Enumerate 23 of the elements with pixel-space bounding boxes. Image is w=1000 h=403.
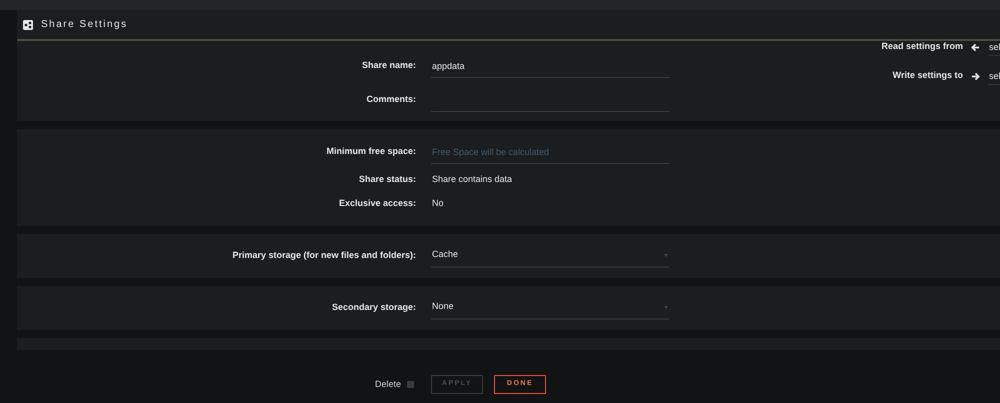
delete-label: Delete: [375, 378, 402, 391]
field-value: No: [431, 197, 444, 210]
field-label: Share status:: [358, 173, 416, 186]
delete-checkbox[interactable]: [407, 381, 414, 388]
arrow-icon: [971, 42, 980, 52]
input-field[interactable]: appdata: [431, 54, 669, 78]
field-label: Secondary storage:: [330, 301, 416, 314]
caret-icon: [664, 254, 668, 256]
storage-select[interactable]: None: [431, 296, 669, 320]
field-label: Minimum free space:: [325, 145, 416, 158]
arrow-icon: [971, 72, 980, 80]
panel-title: Share Settings: [41, 18, 128, 32]
caret-icon: [664, 306, 668, 308]
field-label: Exclusive access:: [338, 197, 416, 210]
input-field[interactable]: Free Space will be calculated: [431, 140, 669, 164]
share-icon: [23, 20, 33, 30]
field-label: Comments:: [365, 93, 416, 106]
field-label: Share name:: [360, 59, 416, 72]
field-label: Primary storage (for new files and folders):: [231, 249, 416, 262]
field-value: Share contains data: [431, 173, 512, 186]
copy-label: Write settings to: [892, 69, 963, 82]
storage-select[interactable]: Cache: [431, 244, 669, 268]
copy-label: Read settings from: [881, 40, 963, 54]
